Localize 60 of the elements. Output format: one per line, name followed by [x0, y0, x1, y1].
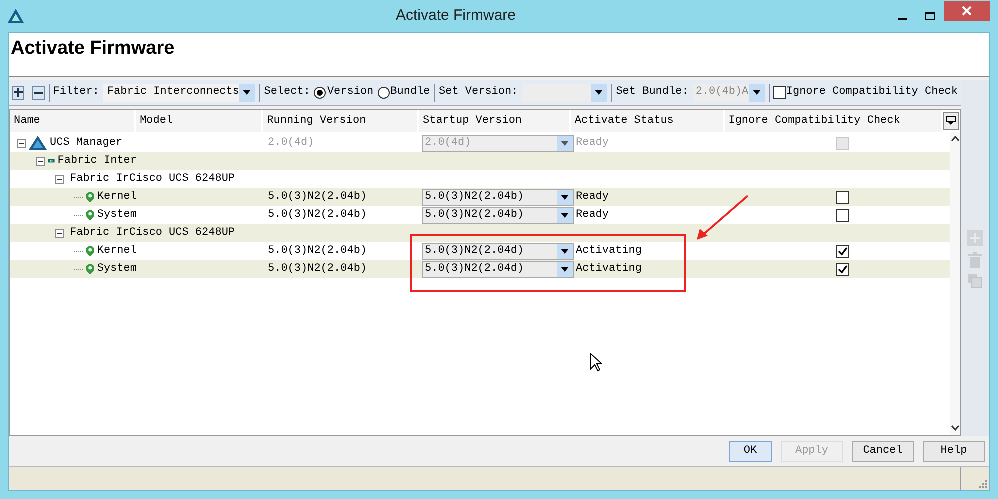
- node-name: System: [97, 262, 137, 277]
- radio-button[interactable]: [378, 86, 390, 98]
- running-version-cell-text: 2.0(4d): [267, 136, 316, 151]
- filter-dropdown[interactable]: Fabric Interconnects: [103, 84, 256, 102]
- select-label: Select:: [264, 85, 310, 100]
- window-title: Activate Firmware: [394, 6, 518, 26]
- ignore-compatibility-checkbox[interactable]: Ignore Compatibility Check: [773, 84, 958, 101]
- column-header[interactable]: Running Version: [263, 110, 419, 132]
- radio-button[interactable]: [314, 86, 326, 98]
- status-cell-text: Ready: [575, 208, 610, 223]
- dialog-button[interactable]: OK: [729, 440, 772, 462]
- node-name: Fabric Inter: [58, 154, 137, 169]
- shield-icon: [86, 264, 94, 274]
- mouse-cursor-icon: [590, 353, 602, 372]
- node-name: Fabric IrCisco UCS 6248UP: [70, 172, 236, 187]
- status-cell-text: Ready: [575, 190, 610, 205]
- running-version-cell-text: 5.0(3)N2(2.04b): [267, 244, 368, 259]
- resize-grip-icon[interactable]: [979, 480, 987, 488]
- plus-icon: [14, 88, 23, 97]
- arrow: [696, 194, 750, 242]
- vertical-scrollbar[interactable]: [950, 132, 960, 435]
- node-name: Fabric IrCisco UCS 6248UP: [70, 226, 236, 241]
- status-cell-text: Ready: [575, 136, 610, 151]
- shield-icon: [86, 210, 94, 220]
- remove-button[interactable]: [32, 86, 44, 100]
- dialog-button[interactable]: Help: [923, 440, 985, 462]
- close-button[interactable]: [944, 1, 990, 21]
- pyramid-icon: [29, 136, 47, 150]
- radio-option[interactable]: Bundle: [378, 84, 430, 101]
- radio-option[interactable]: Version: [314, 84, 374, 101]
- running-version-cell-text: 5.0(3)N2(2.04b): [267, 208, 368, 223]
- column-header[interactable]: Startup Version: [419, 110, 571, 132]
- dialog-button[interactable]: Cancel: [852, 440, 914, 462]
- node-name: Kernel: [97, 190, 137, 205]
- status-cell-text: Activating: [575, 244, 644, 259]
- set-bundle-label: Set Bundle:: [616, 85, 689, 100]
- page-heading: Activate Firmware: [11, 38, 175, 59]
- column-header[interactable]: Model: [136, 110, 264, 132]
- minus-icon: [34, 92, 43, 94]
- column-header[interactable]: Name: [10, 110, 136, 132]
- filter-label: Filter:: [53, 85, 100, 100]
- node-name: System: [97, 208, 137, 223]
- column-header[interactable]: Ignore Compatibility Check: [724, 110, 944, 132]
- running-version-cell-text: 5.0(3)N2(2.04b): [267, 190, 368, 205]
- node-name: Kernel: [97, 244, 137, 259]
- set-version-label: Set Version:: [439, 85, 518, 100]
- column-chooser-icon[interactable]: [943, 112, 959, 130]
- shield-icon: [86, 192, 94, 202]
- app-logo-icon: [8, 9, 24, 23]
- column-header[interactable]: Activate Status: [570, 110, 725, 132]
- shield-icon: [86, 246, 94, 256]
- scroll-down-icon[interactable]: [950, 425, 960, 431]
- close-icon: [962, 6, 972, 16]
- checkbox[interactable]: [773, 86, 786, 99]
- scroll-up-icon[interactable]: [950, 136, 960, 142]
- add-button[interactable]: [12, 86, 24, 100]
- switch-icon: [48, 157, 55, 165]
- node-name: UCS Manager: [50, 136, 123, 151]
- running-version-cell-text: 5.0(3)N2(2.04b): [267, 262, 368, 277]
- status-cell-text: Activating: [575, 262, 644, 277]
